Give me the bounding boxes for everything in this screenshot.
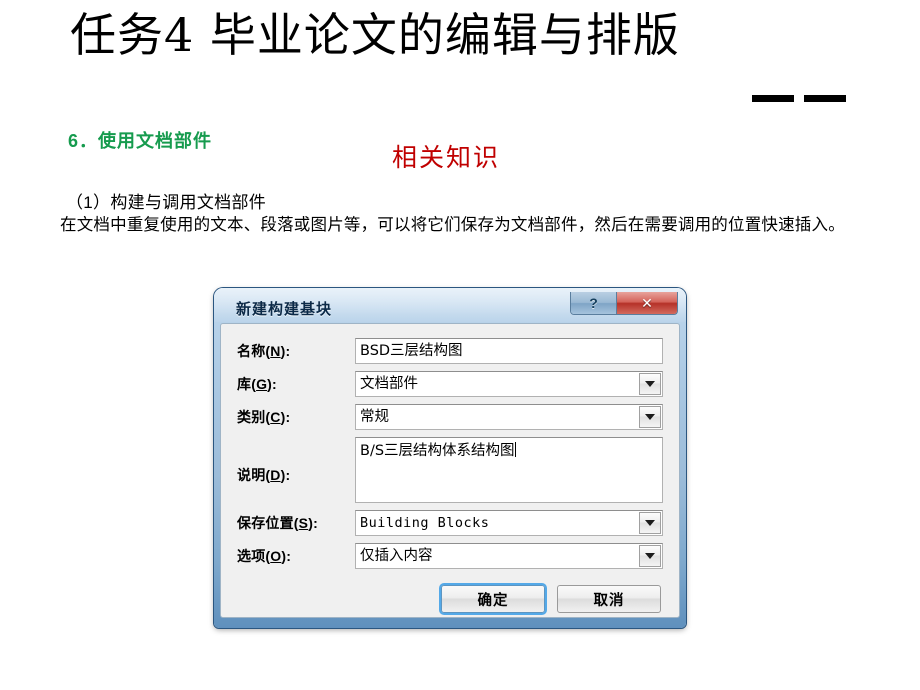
chevron-down-icon[interactable] (639, 406, 661, 428)
chevron-down-icon[interactable] (639, 512, 661, 534)
category-select-value: 常规 (360, 409, 389, 425)
label-save-in: 保存位置(S): (237, 515, 318, 531)
ok-button[interactable]: 确定 (441, 585, 545, 613)
dash-bar-right (804, 94, 846, 102)
cancel-button[interactable]: 取消 (557, 585, 661, 613)
label-options: 选项(O): (237, 548, 292, 564)
page-title: 任务4 毕业论文的编辑与排版 (70, 8, 680, 62)
field-row-gallery: 库(G): 文档部件 (237, 371, 663, 397)
field-row-options: 选项(O): 仅插入内容 (237, 543, 663, 569)
label-name: 名称(N): (237, 343, 291, 359)
dialog-button-row: 确定 取消 (237, 585, 663, 613)
section-heading: 6．使用文档部件 (68, 131, 213, 151)
dialog-title: 新建构建基块 (236, 300, 333, 318)
help-icon[interactable]: ? (571, 292, 617, 314)
new-building-block-dialog: 新建构建基块 ? ✕ 名称(N): BSD三层结构图 库(G): 文档部件 类别… (214, 288, 686, 628)
dialog-titlebar[interactable]: 新建构建基块 ? ✕ (220, 292, 680, 323)
field-row-name: 名称(N): BSD三层结构图 (237, 338, 663, 364)
chevron-down-icon[interactable] (639, 545, 661, 567)
text-caret (514, 442, 516, 457)
chevron-down-icon[interactable] (639, 373, 661, 395)
field-row-save-in: 保存位置(S): Building Blocks (237, 510, 663, 536)
name-input[interactable]: BSD三层结构图 (355, 338, 663, 364)
caption-button-group: ? ✕ (570, 292, 678, 315)
knowledge-heading: 相关知识 (392, 143, 501, 172)
presentation-slide: 任务4 毕业论文的编辑与排版 6．使用文档部件 相关知识 （1）构建与调用文档部… (0, 0, 920, 690)
label-category: 类别(C): (237, 409, 291, 425)
field-row-description: 说明(D): B/S三层结构体系结构图 (237, 437, 663, 503)
body-paragraph: 在文档中重复使用的文本、段落或图片等，可以将它们保存为文档部件，然后在需要调用的… (60, 216, 845, 234)
label-description: 说明(D): (237, 467, 291, 483)
save-in-select-value: Building Blocks (360, 515, 490, 531)
gallery-select-value: 文档部件 (360, 376, 418, 392)
close-icon[interactable]: ✕ (617, 292, 677, 314)
description-textarea-value: B/S三层结构体系结构图 (360, 443, 515, 459)
save-in-select[interactable]: Building Blocks (355, 510, 663, 536)
category-select[interactable]: 常规 (355, 404, 663, 430)
field-row-category: 类别(C): 常规 (237, 404, 663, 430)
options-select[interactable]: 仅插入内容 (355, 543, 663, 569)
label-gallery: 库(G): (237, 376, 277, 392)
options-select-value: 仅插入内容 (360, 548, 433, 564)
description-textarea[interactable]: B/S三层结构体系结构图 (355, 437, 663, 503)
dash-bar-left (752, 94, 794, 102)
dialog-body: 名称(N): BSD三层结构图 库(G): 文档部件 类别(C): 常规 说明(… (220, 323, 680, 618)
title-underline-dashes (752, 88, 856, 106)
subsection-heading: （1）构建与调用文档部件 (66, 193, 267, 212)
gallery-select[interactable]: 文档部件 (355, 371, 663, 397)
